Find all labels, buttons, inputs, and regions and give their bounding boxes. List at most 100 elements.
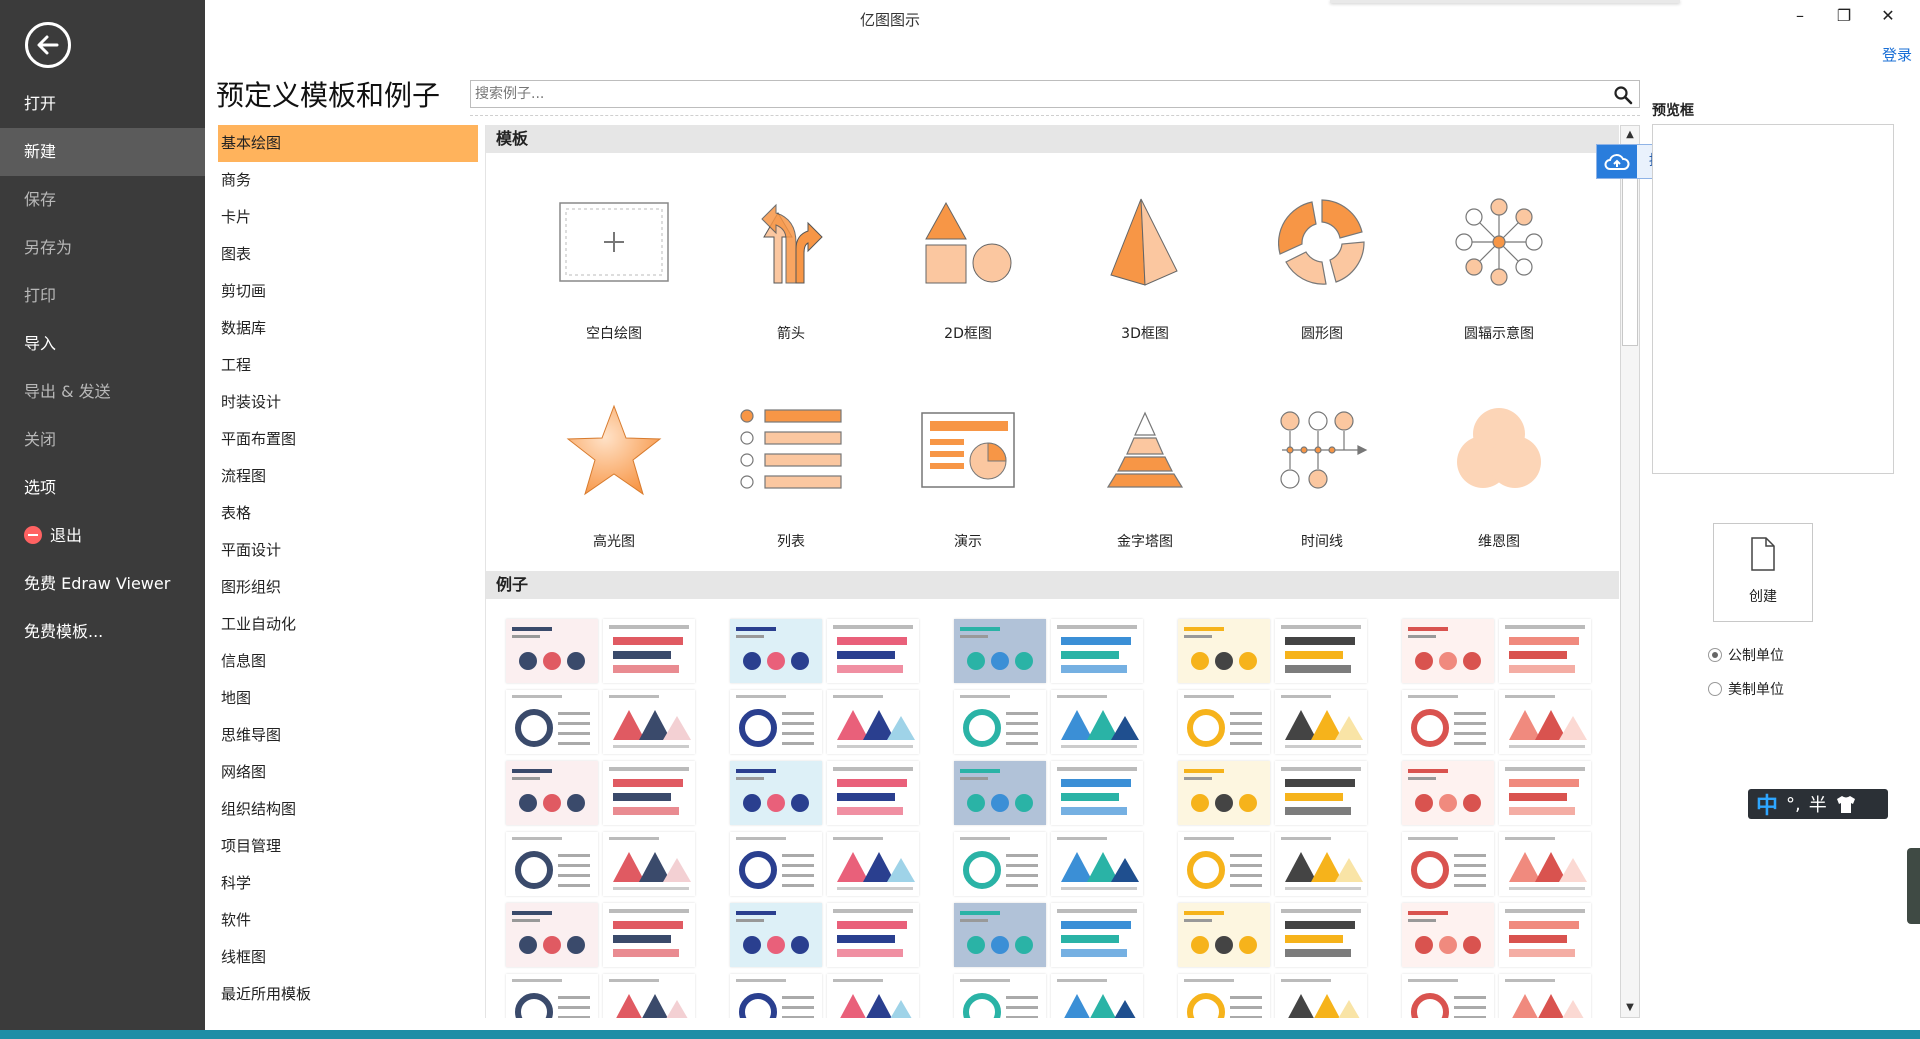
example-thumbnail[interactable] (1499, 903, 1591, 967)
example-thumbnail[interactable] (1275, 690, 1367, 754)
example-thumbnail[interactable] (730, 832, 822, 896)
template-star[interactable]: 高光图 (526, 375, 702, 575)
example-thumbnail[interactable] (603, 903, 695, 967)
category-item[interactable]: 时装设计 (218, 384, 478, 421)
menu-item-0[interactable]: 打开 (0, 80, 205, 128)
menu-item-8[interactable]: 选项 (0, 464, 205, 512)
template-timeline[interactable]: 时间线 (1234, 375, 1410, 575)
scroll-up-icon[interactable]: ▲ (1621, 126, 1639, 144)
example-thumbnail[interactable] (1499, 690, 1591, 754)
menu-item-2[interactable]: 保存 (0, 176, 205, 224)
content-scrollbar[interactable]: ▲ ▼ (1620, 125, 1640, 1018)
template-arrows[interactable]: 箭头 (703, 167, 879, 367)
example-thumbnail[interactable] (1402, 690, 1494, 754)
menu-item-3[interactable]: 另存为 (0, 224, 205, 272)
example-thumbnail[interactable] (954, 832, 1046, 896)
example-thumbnail[interactable] (506, 974, 598, 1018)
example-thumbnail[interactable] (506, 761, 598, 825)
ime-lang[interactable]: 中 (1756, 788, 1778, 820)
example-thumbnail[interactable] (506, 690, 598, 754)
example-thumbnail[interactable] (827, 761, 919, 825)
example-thumbnail[interactable] (603, 832, 695, 896)
example-thumbnail[interactable] (506, 832, 598, 896)
menu-item-11[interactable]: 免费模板... (0, 608, 205, 656)
example-thumbnail[interactable] (1051, 974, 1143, 1018)
example-thumbnail[interactable] (827, 690, 919, 754)
example-thumbnail[interactable] (1051, 903, 1143, 967)
metric-radio[interactable] (1708, 648, 1722, 662)
example-thumbnail[interactable] (730, 974, 822, 1018)
example-thumbnail[interactable] (1275, 761, 1367, 825)
example-thumbnail[interactable] (1178, 974, 1270, 1018)
example-thumbnail[interactable] (1402, 761, 1494, 825)
category-item[interactable]: 信息图 (218, 643, 478, 680)
example-thumbnail[interactable] (603, 619, 695, 683)
category-item[interactable]: 科学 (218, 865, 478, 902)
menu-item-9[interactable]: 退出 (0, 512, 205, 560)
example-thumbnail[interactable] (1178, 832, 1270, 896)
example-thumbnail[interactable] (1499, 974, 1591, 1018)
example-thumbnail[interactable] (827, 832, 919, 896)
category-item[interactable]: 图表 (218, 236, 478, 273)
category-item[interactable]: 线框图 (218, 939, 478, 976)
ime-punct[interactable]: °, (1786, 794, 1801, 815)
create-button[interactable]: 创建 (1713, 523, 1813, 622)
category-item[interactable]: 数据库 (218, 310, 478, 347)
category-item[interactable]: 剪切画 (218, 273, 478, 310)
search-input[interactable] (471, 81, 1591, 107)
template-pyramid[interactable]: 金字塔图 (1057, 375, 1233, 575)
template-circle-diagram[interactable]: 圆形图 (1234, 167, 1410, 367)
category-item[interactable]: 网络图 (218, 754, 478, 791)
example-thumbnail[interactable] (954, 619, 1046, 683)
menu-item-4[interactable]: 打印 (0, 272, 205, 320)
example-thumbnail[interactable] (1051, 619, 1143, 683)
example-thumbnail[interactable] (506, 619, 598, 683)
category-item[interactable]: 平面布置图 (218, 421, 478, 458)
menu-item-5[interactable]: 导入 (0, 320, 205, 368)
category-item[interactable]: 平面设计 (218, 532, 478, 569)
example-thumbnail[interactable] (1499, 619, 1591, 683)
example-thumbnail[interactable] (1499, 761, 1591, 825)
example-thumbnail[interactable] (1402, 832, 1494, 896)
menu-item-6[interactable]: 导出 & 发送 (0, 368, 205, 416)
template-venn[interactable]: 维恩图 (1411, 375, 1587, 575)
example-thumbnail[interactable] (1402, 974, 1494, 1018)
back-button[interactable] (25, 22, 71, 68)
category-item[interactable]: 基本绘图 (218, 125, 478, 162)
example-thumbnail[interactable] (1178, 690, 1270, 754)
menu-item-10[interactable]: 免费 Edraw Viewer (0, 560, 205, 608)
example-thumbnail[interactable] (1275, 619, 1367, 683)
example-thumbnail[interactable] (730, 690, 822, 754)
close-button[interactable]: ✕ (1876, 6, 1900, 26)
template-3d-block[interactable]: 3D框图 (1057, 167, 1233, 367)
example-thumbnail[interactable] (730, 619, 822, 683)
example-thumbnail[interactable] (603, 974, 695, 1018)
unit-metric[interactable]: 公制单位 (1708, 645, 1784, 665)
example-thumbnail[interactable] (1051, 690, 1143, 754)
ime-width[interactable]: 半 (1809, 791, 1827, 817)
example-thumbnail[interactable] (1275, 974, 1367, 1018)
example-thumbnail[interactable] (1275, 832, 1367, 896)
template-blank-drawing[interactable]: 空白绘图 (526, 167, 702, 367)
menu-item-1[interactable]: 新建 (0, 128, 205, 176)
example-thumbnail[interactable] (1499, 832, 1591, 896)
category-item[interactable]: 图形组织 (218, 569, 478, 606)
minimize-button[interactable]: – (1788, 6, 1812, 26)
category-item[interactable]: 工业自动化 (218, 606, 478, 643)
scroll-down-icon[interactable]: ▼ (1621, 999, 1639, 1017)
example-thumbnail[interactable] (1402, 903, 1494, 967)
category-item[interactable]: 组织结构图 (218, 791, 478, 828)
search-icon[interactable] (1613, 85, 1633, 105)
example-thumbnail[interactable] (603, 690, 695, 754)
example-thumbnail[interactable] (1178, 619, 1270, 683)
category-item[interactable]: 地图 (218, 680, 478, 717)
category-item[interactable]: 项目管理 (218, 828, 478, 865)
us-radio[interactable] (1708, 682, 1722, 696)
example-thumbnail[interactable] (730, 903, 822, 967)
template-spoke-diagram[interactable]: 圆辐示意图 (1411, 167, 1587, 367)
login-link[interactable]: 登录 (1882, 44, 1912, 65)
example-thumbnail[interactable] (827, 974, 919, 1018)
template-list[interactable]: 列表 (703, 375, 879, 575)
category-item[interactable]: 卡片 (218, 199, 478, 236)
example-thumbnail[interactable] (954, 903, 1046, 967)
